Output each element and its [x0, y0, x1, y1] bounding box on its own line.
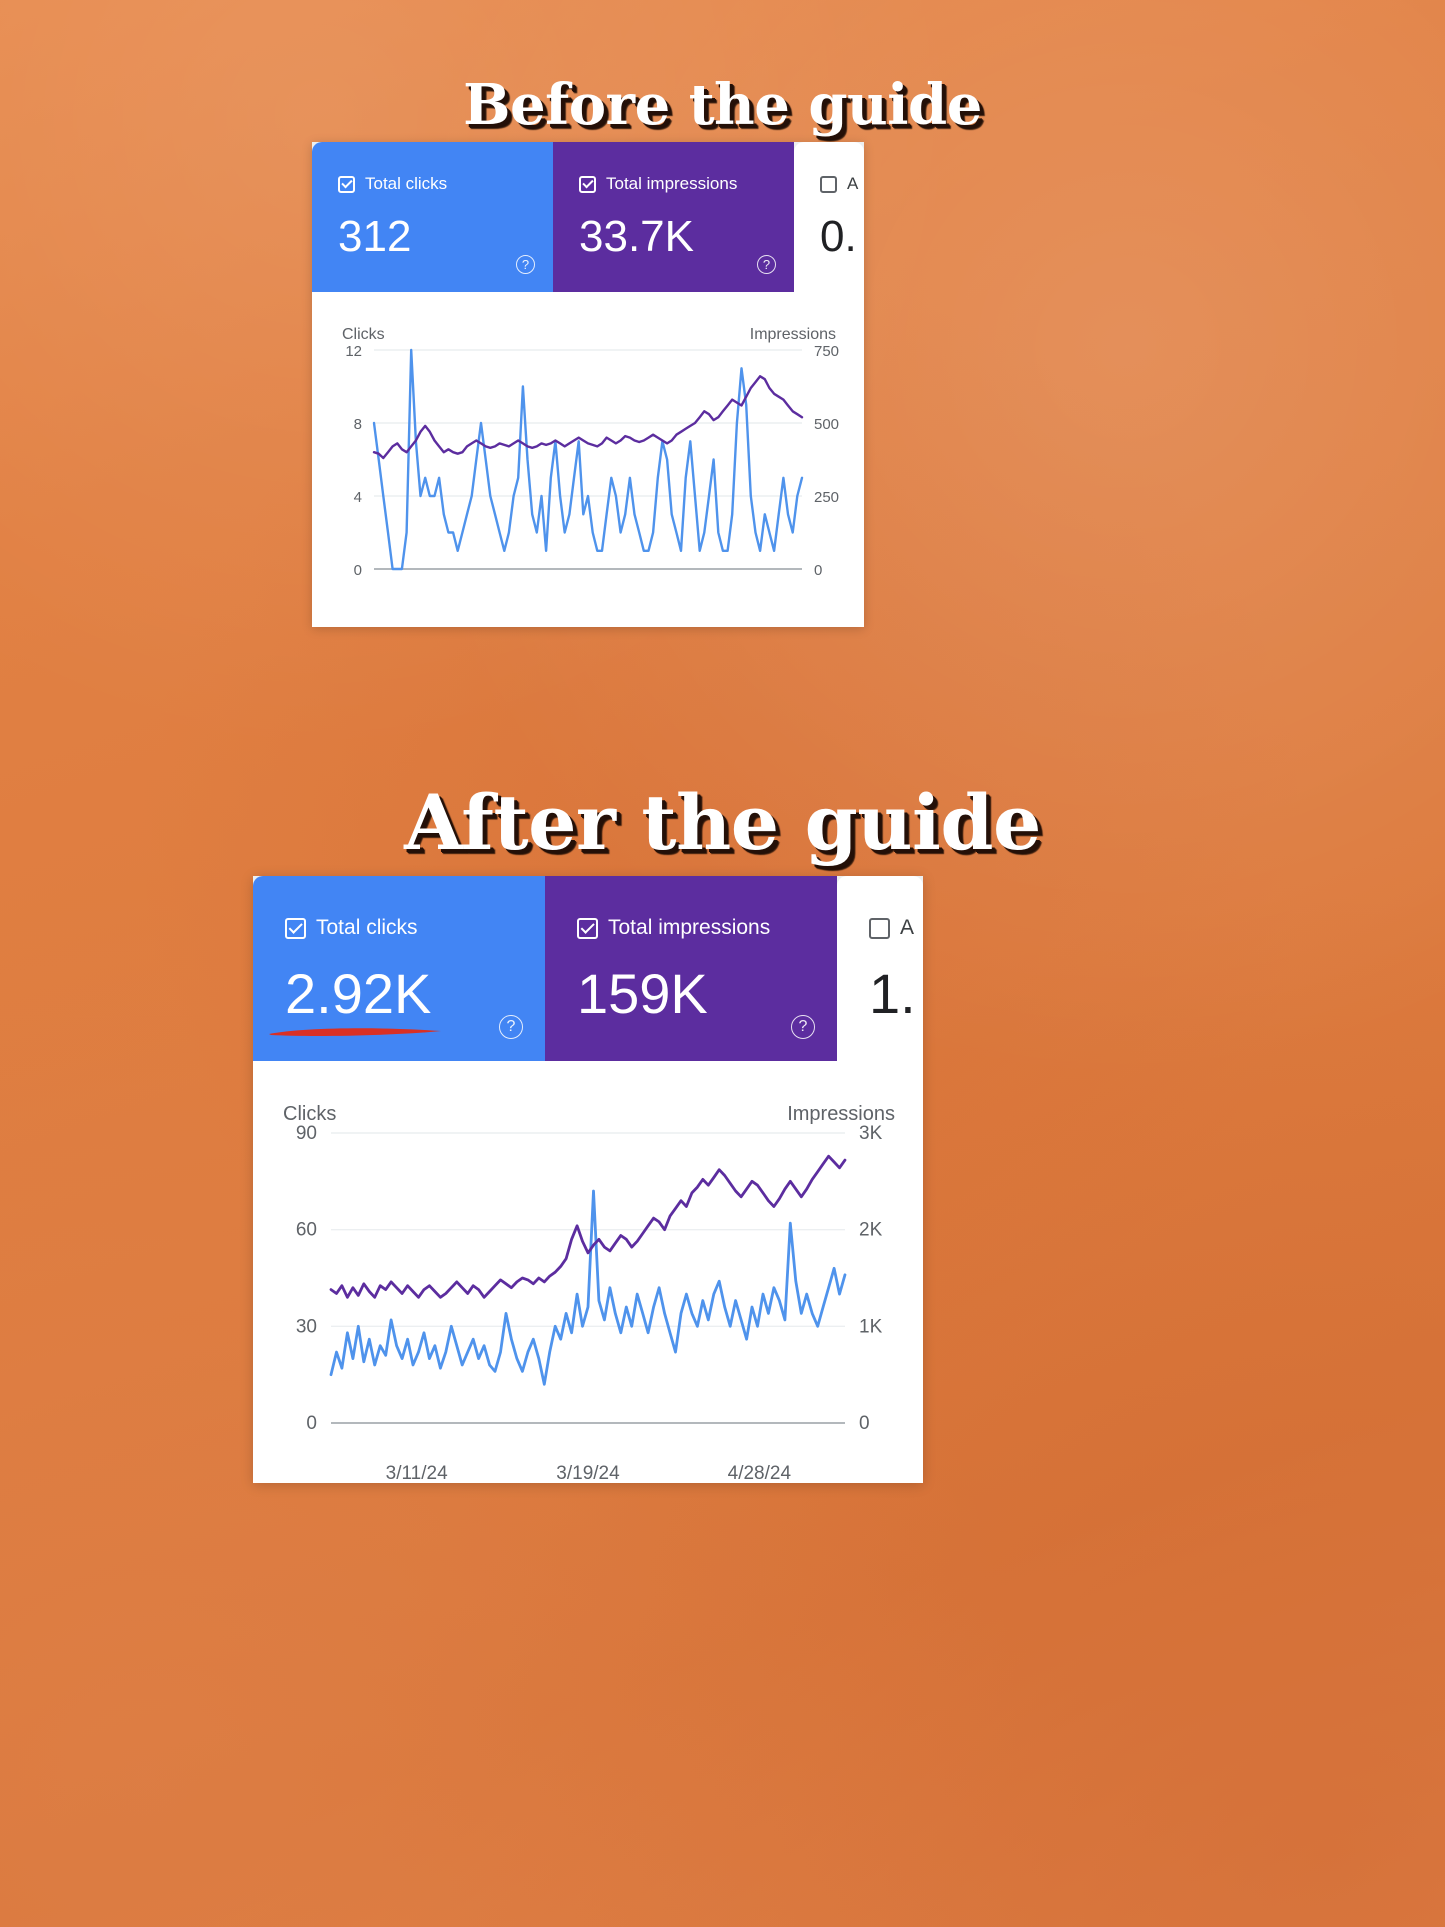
- card-label: Total clicks: [316, 916, 418, 939]
- left-axis-tick: 0: [306, 1413, 317, 1434]
- checkbox-checked-icon[interactable]: [579, 175, 596, 193]
- card-label: A: [900, 916, 915, 939]
- card-label: Total impressions: [608, 916, 771, 939]
- x-axis-date-label: 3/19/24: [556, 1463, 620, 1483]
- card-value: 33.7K: [579, 212, 694, 261]
- series-impressions-line: [329, 1154, 847, 1299]
- left-axis-tick: 4: [354, 489, 362, 506]
- card-header: Total clicks: [338, 174, 447, 194]
- help-circle-icon[interactable]: ?: [516, 255, 535, 274]
- right-axis-tick: 3K: [859, 1123, 883, 1144]
- card-value: 159K: [577, 962, 708, 1025]
- after-card-total-clicks[interactable]: Total clicks 2.92K ?: [253, 876, 545, 1061]
- card-header: Total impressions: [579, 174, 737, 194]
- before-chart: Clicks Impressions 0 0 4 250 8 500 12 750: [312, 292, 864, 627]
- before-card-third-metric[interactable]: A 0.: [794, 142, 864, 292]
- left-axis-tick: 60: [296, 1220, 317, 1241]
- before-section-title: Before the guide: [463, 72, 982, 138]
- before-screenshot-panel: Total clicks 312 ? Total impressions 33.…: [312, 142, 864, 627]
- after-screenshot-panel: Total clicks 2.92K ? Total impressions 1…: [253, 876, 923, 1483]
- card-value: 0.: [820, 212, 857, 261]
- help-circle-icon[interactable]: ?: [791, 1015, 815, 1039]
- card-label: A: [847, 174, 859, 193]
- card-label: Total impressions: [606, 174, 738, 193]
- help-circle-icon[interactable]: ?: [757, 255, 776, 274]
- after-section-title: After the guide: [404, 778, 1041, 867]
- right-axis-tick: 500: [814, 416, 839, 433]
- card-header: Total impressions: [577, 916, 770, 940]
- x-axis-date-label: 3/11/24: [386, 1463, 448, 1483]
- card-header: Total clicks: [285, 916, 418, 940]
- card-value: 1.: [869, 962, 916, 1025]
- left-axis-tick: 8: [354, 416, 362, 433]
- before-metric-cards-row: Total clicks 312 ? Total impressions 33.…: [312, 142, 864, 292]
- card-value: 2.92K: [285, 962, 432, 1025]
- after-metric-cards-row: Total clicks 2.92K ? Total impressions 1…: [253, 876, 923, 1061]
- left-axis-tick: 30: [296, 1316, 317, 1337]
- series-clicks-line: [372, 348, 804, 571]
- after-chart: Clicks Impressions 0 0 30 1K 60 2K 90 3K 3/11/24…: [253, 1061, 923, 1483]
- checkbox-checked-icon[interactable]: [285, 917, 306, 939]
- card-label: Total clicks: [365, 174, 448, 193]
- right-axis-tick: 1K: [859, 1316, 883, 1337]
- after-chart-canvas: 0 0 30 1K 60 2K 90 3K 3/11/24 3/19/24 4/28/24: [296, 1123, 883, 1483]
- before-card-total-clicks[interactable]: Total clicks 312 ?: [312, 142, 553, 292]
- right-axis-tick: 250: [814, 489, 839, 506]
- x-axis-date-label: 4/28/24: [728, 1463, 792, 1483]
- before-card-total-impressions[interactable]: Total impressions 33.7K ?: [553, 142, 794, 292]
- card-value: 312: [338, 212, 412, 261]
- checkbox-unchecked-icon[interactable]: [869, 917, 890, 939]
- right-axis-tick: 0: [859, 1413, 870, 1434]
- help-circle-icon[interactable]: ?: [499, 1015, 523, 1039]
- left-axis-tick: 12: [345, 343, 362, 360]
- checkbox-checked-icon[interactable]: [577, 917, 598, 939]
- before-chart-canvas: 0 0 4 250 8 500 12 750: [345, 343, 839, 579]
- right-axis-tick: 0: [814, 562, 822, 579]
- left-axis-tick: 90: [296, 1123, 317, 1144]
- after-card-third-metric[interactable]: A 1.: [837, 876, 923, 1061]
- right-axis-tick: 2K: [859, 1220, 883, 1241]
- right-axis-tick: 750: [814, 343, 839, 360]
- card-header: A: [820, 174, 858, 194]
- after-card-total-impressions[interactable]: Total impressions 159K ?: [545, 876, 837, 1061]
- card-header: A: [869, 916, 914, 940]
- checkbox-unchecked-icon[interactable]: [820, 175, 837, 193]
- checkbox-checked-icon[interactable]: [338, 175, 355, 193]
- left-axis-tick: 0: [354, 562, 362, 579]
